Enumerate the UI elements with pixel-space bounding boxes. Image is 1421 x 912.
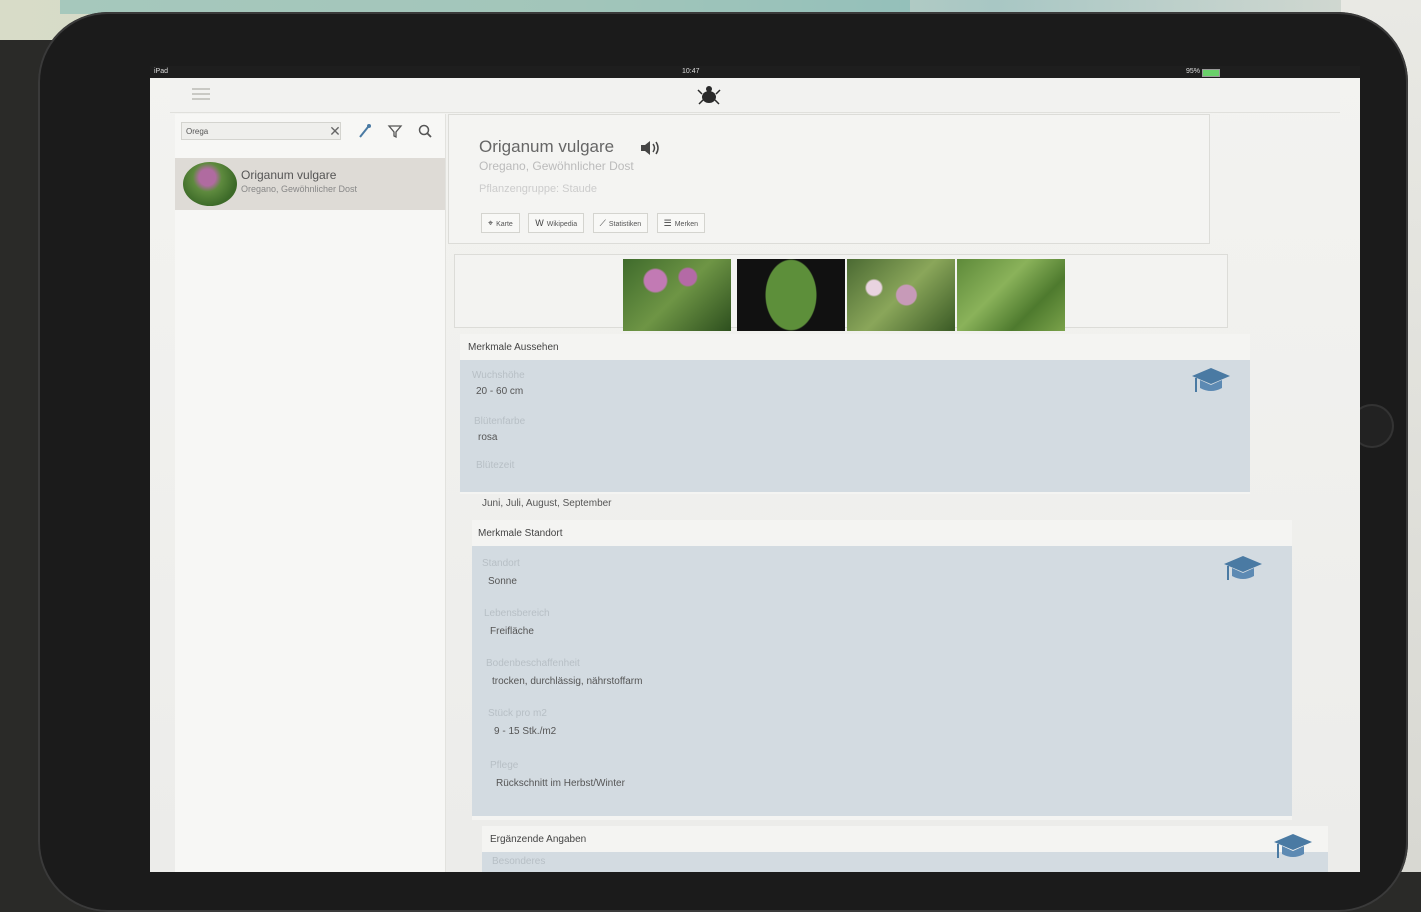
app-header [170,78,1340,113]
status-device: iPad [154,68,169,75]
section-body: Standort Sonne Lebensbereich Freifläche … [472,546,1292,816]
map-button[interactable]: ⌖ Karte [481,213,520,233]
search-input[interactable]: Orega [181,122,341,140]
plant-header-card: Origanum vulgare Oregano, Gewöhnlicher D… [448,114,1210,244]
field-value: Freifläche [490,626,534,637]
photo-flowers[interactable] [623,259,731,331]
search-icon[interactable] [417,123,433,139]
status-time: 10:47 [682,68,700,75]
speaker-icon[interactable] [639,139,661,157]
section-body: Wuchshöhe 20 - 60 cm Blütenfarbe rosa Bl… [460,360,1250,492]
section-title: Ergänzende Angaben [490,834,587,845]
field-label: Blütenfarbe [474,416,526,427]
photo-blossom[interactable] [847,259,955,331]
plant-name: Origanum vulgare [479,137,615,156]
map-icon: ⌖ [488,218,494,228]
plant-group: Pflanzengruppe: Staude [479,183,598,195]
search-bar: Orega ✕ [181,122,441,142]
field-value: Juni, Juli, August, September [482,498,612,509]
result-subtitle: Oregano, Gewöhnlicher Dost [241,184,358,194]
graduation-cap-icon[interactable] [1272,830,1314,864]
wikipedia-icon: W [535,218,544,228]
field-value: 20 - 60 cm [476,386,524,397]
graduation-cap-icon[interactable] [1190,364,1232,398]
field-label: Lebensbereich [484,608,550,619]
field-value: trocken, durchlässig, nährstoffarm [492,676,643,687]
bookmark-button[interactable]: ☰ Merken [656,213,706,233]
status-battery-text: 95% [1185,68,1200,75]
wikipedia-button[interactable]: W Wikipedia [528,213,585,233]
field-label: Bodenbeschaffenheit [486,658,580,669]
result-title: Origanum vulgare [241,168,337,182]
section-title: Merkmale Standort [478,528,563,539]
photo-leaf[interactable] [737,259,845,331]
photo-foliage[interactable] [957,259,1065,331]
sidebar: Orega ✕ Origanum vulgare Oregano, Gewöhn… [175,114,446,872]
section-appearance: Merkmale Aussehen Wuchshöhe 20 - 60 cm B… [460,334,1250,494]
field-label: Wuchshöhe [472,370,525,381]
battery-icon [1202,69,1220,77]
list-item[interactable]: Origanum vulgare Oregano, Gewöhnlicher D… [175,158,445,210]
list-icon: ☰ [663,218,672,228]
field-value: Sonne [488,576,517,587]
chart-line-icon: ⟋ [599,218,606,228]
field-label: Stück pro m2 [488,708,547,719]
logo-beetle-icon [697,86,721,105]
status-bar: iPad 10:47 95% [150,66,1360,78]
field-label: Pflege [490,760,519,771]
section-body: Besonderes [482,834,1328,872]
section-title: Merkmale Aussehen [468,342,559,353]
result-thumbnail [183,162,237,206]
filter-icon[interactable] [387,123,403,139]
field-label: Standort [482,558,520,569]
field-label: Besonderes [492,856,546,867]
photo-gallery [454,254,1228,331]
field-label: Blütezeit [476,460,515,471]
section-extra: Ergänzende Angaben Besonderes [482,826,1328,872]
plant-common-name: Oregano, Gewöhnlicher Dost [479,159,634,173]
app-screen: iPad 10:47 95% Orega ✕ Origanum vulgare … [150,66,1360,872]
field-value: rosa [478,432,498,443]
detail-pane: Origanum vulgare Oregano, Gewöhnlicher D… [448,114,1338,872]
brush-icon[interactable] [357,123,373,139]
section-location: Merkmale Standort Standort Sonne Lebensb… [472,520,1292,820]
field-value: Rückschnitt im Herbst/Winter [496,778,625,789]
field-value: 9 - 15 Stk./m2 [494,726,557,737]
menu-icon[interactable] [192,88,210,100]
graduation-cap-icon[interactable] [1222,552,1264,586]
clear-icon[interactable]: ✕ [327,123,343,139]
action-buttons: ⌖ Karte W Wikipedia ⟋ Statistiken ☰ Merken [481,213,709,233]
statistics-button[interactable]: ⟋ Statistiken [592,213,649,233]
